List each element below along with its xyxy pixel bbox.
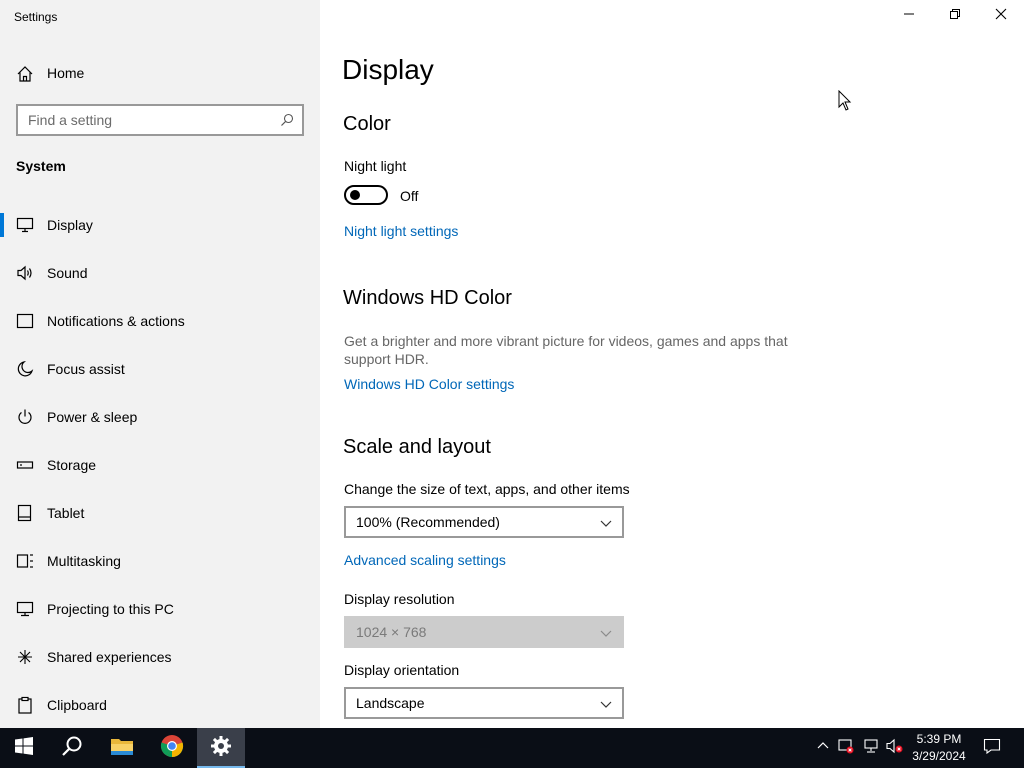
sidebar-item-sound[interactable]: Sound (0, 253, 320, 293)
volume-muted-icon (886, 738, 904, 759)
sidebar-item-shared-experiences[interactable]: Shared experiences (0, 637, 320, 677)
sidebar-item-focus-assist[interactable]: Focus assist (0, 349, 320, 389)
sidebar-item-home[interactable]: Home (0, 58, 320, 88)
orientation-dropdown[interactable]: Landscape (344, 687, 624, 719)
night-light-label: Night light (344, 158, 407, 174)
file-explorer-icon (110, 736, 134, 761)
show-hidden-icons-button[interactable] (814, 728, 832, 768)
chevron-down-icon (600, 516, 612, 528)
sidebar-item-multitasking[interactable]: Multitasking (0, 541, 320, 581)
sidebar-item-label: Tablet (47, 505, 85, 521)
hd-color-heading: Windows HD Color (343, 287, 512, 309)
home-icon (16, 65, 34, 83)
chevron-down-icon (600, 626, 612, 638)
scale-layout-heading: Scale and layout (343, 436, 491, 458)
resolution-value: 1024 × 768 (356, 624, 427, 640)
app-title: Settings (14, 10, 58, 24)
night-light-state: Off (400, 188, 419, 204)
minimize-button[interactable] (886, 0, 932, 32)
storage-icon (16, 456, 34, 474)
search-box[interactable] (16, 104, 304, 136)
night-light-toggle[interactable] (344, 185, 388, 205)
clipboard-icon (16, 696, 34, 714)
scale-value: 100% (Recommended) (356, 514, 500, 530)
sidebar-item-label: Focus assist (47, 361, 125, 377)
size-label: Change the size of text, apps, and other… (344, 481, 630, 497)
clock-date: 3/29/2024 (912, 749, 966, 763)
search-input[interactable] (18, 106, 268, 134)
search-icon[interactable] (280, 113, 294, 127)
chrome-icon (160, 734, 184, 763)
network-tray-button[interactable] (860, 728, 882, 768)
color-heading: Color (343, 113, 391, 135)
resolution-dropdown: 1024 × 768 (344, 616, 624, 648)
sidebar-item-power-sleep[interactable]: Power & sleep (0, 397, 320, 437)
action-center-icon (983, 737, 1001, 760)
resolution-label: Display resolution (344, 591, 455, 607)
minimize-icon (903, 7, 915, 25)
chrome-button[interactable] (148, 728, 196, 768)
close-icon (995, 7, 1007, 25)
sidebar: Settings Home System Display Sound Notif… (0, 0, 320, 728)
tablet-icon (16, 504, 34, 522)
search-icon (61, 735, 83, 762)
toggle-knob (350, 190, 360, 200)
chevron-up-icon (817, 739, 829, 757)
sidebar-item-label: Clipboard (47, 697, 107, 713)
sidebar-item-projecting[interactable]: Projecting to this PC (0, 589, 320, 629)
settings-taskbar-button[interactable] (197, 728, 245, 768)
start-button[interactable] (0, 728, 48, 768)
mouse-cursor-icon (838, 89, 852, 112)
sidebar-item-storage[interactable]: Storage (0, 445, 320, 485)
sidebar-item-label: Sound (47, 265, 88, 281)
action-center-button[interactable] (978, 728, 1006, 768)
sidebar-item-label: Shared experiences (47, 649, 172, 665)
shared-experiences-icon (16, 648, 34, 666)
clock[interactable]: 5:39 PM 3/29/2024 (906, 731, 972, 765)
security-warning-icon (838, 738, 854, 759)
speaker-icon (16, 264, 34, 282)
restore-button[interactable] (932, 0, 978, 32)
sidebar-item-notifications[interactable]: Notifications & actions (0, 301, 320, 341)
moon-icon (16, 360, 34, 378)
notification-icon (16, 312, 34, 330)
sidebar-item-label: Multitasking (47, 553, 121, 569)
settings-icon (210, 735, 232, 762)
sidebar-item-label: Projecting to this PC (47, 601, 174, 617)
taskbar: 5:39 PM 3/29/2024 (0, 728, 1024, 768)
sidebar-item-label: Display (47, 217, 93, 233)
multitasking-icon (16, 552, 34, 570)
orientation-value: Landscape (356, 695, 425, 711)
scale-dropdown[interactable]: 100% (Recommended) (344, 506, 624, 538)
home-label: Home (47, 65, 85, 81)
sidebar-item-tablet[interactable]: Tablet (0, 493, 320, 533)
clock-time: 5:39 PM (916, 732, 962, 746)
orientation-label: Display orientation (344, 662, 460, 678)
start-icon (15, 736, 33, 760)
sidebar-item-label: Storage (47, 457, 97, 473)
advanced-scaling-link[interactable]: Advanced scaling settings (344, 552, 506, 568)
page-title: Display (342, 54, 434, 85)
hd-color-settings-link[interactable]: Windows HD Color settings (344, 376, 514, 392)
night-light-settings-link[interactable]: Night light settings (344, 223, 458, 239)
taskbar-search-button[interactable] (48, 728, 96, 768)
hd-color-description: Get a brighter and more vibrant picture … (344, 333, 788, 367)
power-icon (16, 408, 34, 426)
main-content: Display Color Night light Off Night ligh… (320, 0, 1024, 728)
projecting-icon (16, 600, 34, 618)
close-button[interactable] (978, 0, 1024, 32)
network-icon (863, 738, 879, 759)
sidebar-item-label: Power & sleep (47, 409, 138, 425)
monitor-icon (16, 216, 34, 234)
restore-icon (949, 7, 961, 25)
sidebar-item-label: Notifications & actions (47, 313, 185, 329)
security-tray-button[interactable] (836, 728, 856, 768)
chevron-down-icon (600, 697, 612, 709)
sidebar-item-clipboard[interactable]: Clipboard (0, 685, 320, 725)
volume-tray-button[interactable] (884, 728, 906, 768)
section-label: System (16, 158, 66, 174)
sidebar-item-display[interactable]: Display (0, 205, 320, 245)
file-explorer-button[interactable] (98, 728, 146, 768)
